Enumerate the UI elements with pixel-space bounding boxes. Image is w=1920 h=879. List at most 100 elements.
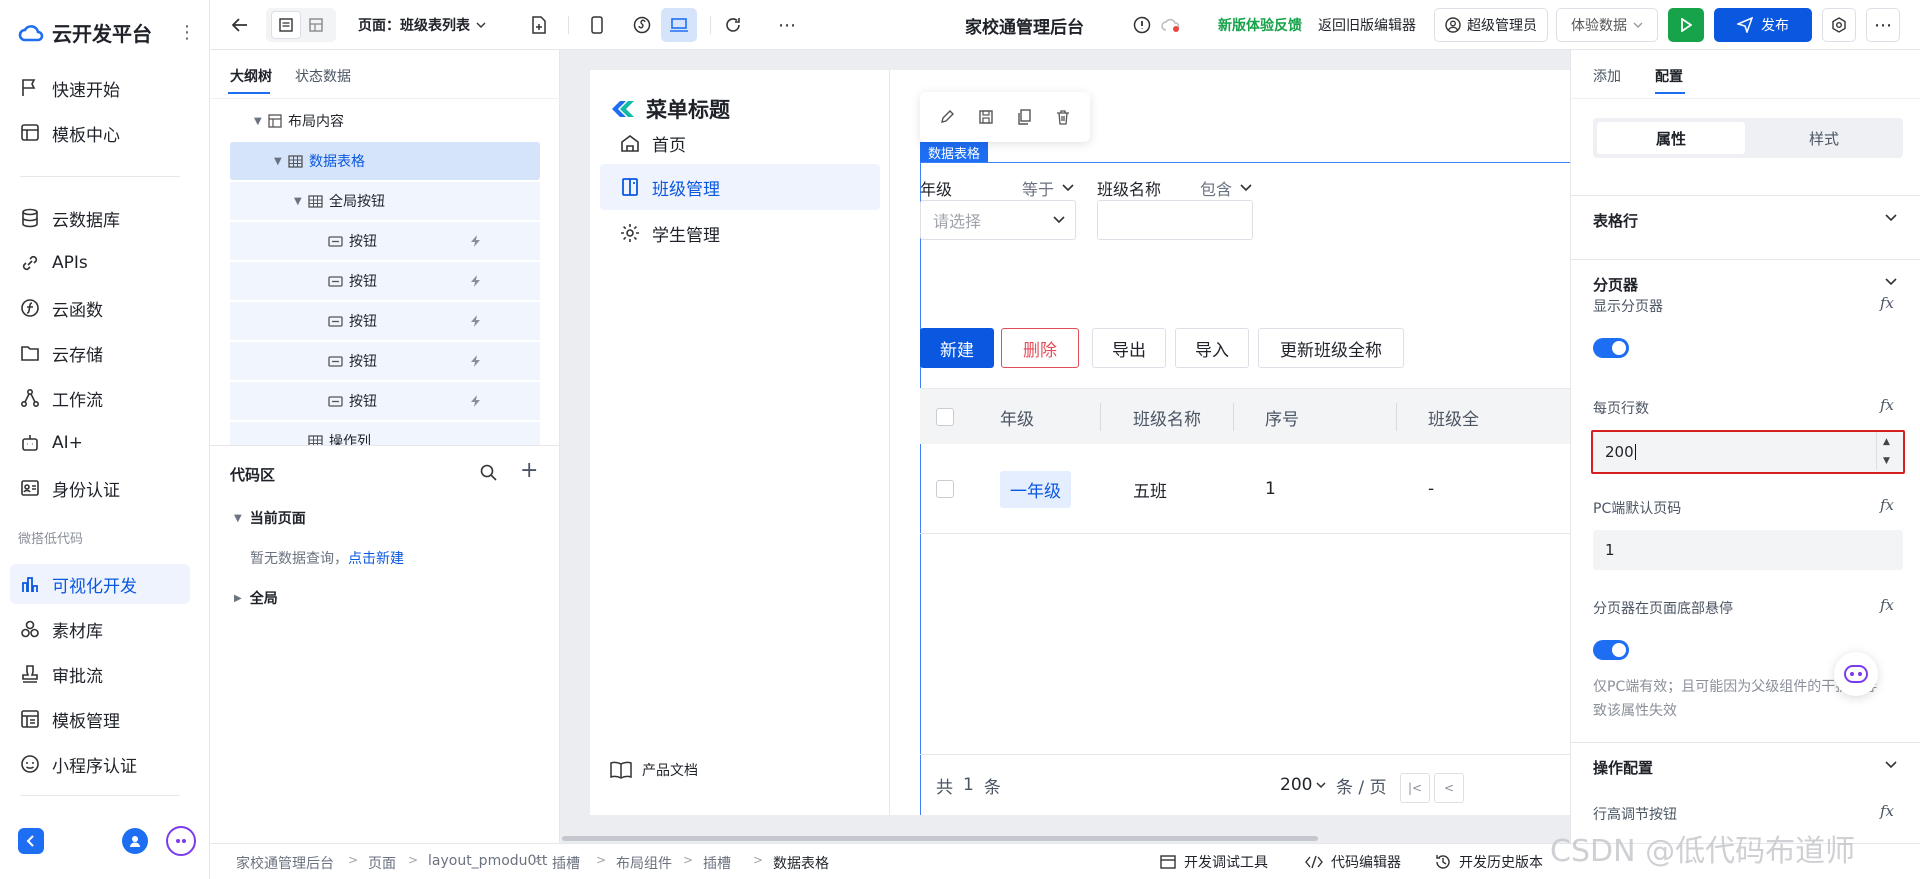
scrollbar-thumb[interactable] — [562, 836, 1318, 841]
breadcrumb-item[interactable]: 家校通管理后台 — [236, 853, 334, 873]
back-arrow-icon[interactable] — [225, 10, 255, 40]
breadcrumb-item[interactable]: 插槽 — [703, 853, 731, 873]
grade-operator-select[interactable]: 等于 — [1022, 176, 1074, 200]
run-preview-button[interactable] — [1668, 8, 1704, 42]
feedback-link[interactable]: 新版体验反馈 — [1218, 10, 1302, 40]
row-checkbox[interactable] — [936, 444, 954, 534]
search-icon[interactable] — [480, 464, 497, 481]
tab-outline[interactable]: 大纲树 — [230, 66, 272, 86]
breadcrumb-item[interactable]: 数据表格 — [773, 853, 829, 873]
canvas-horizontal-scrollbar[interactable] — [560, 834, 1570, 843]
breadcrumb-item[interactable]: 插槽 — [552, 853, 580, 873]
nav-lowcode-item-1[interactable]: 素材库 — [10, 609, 190, 649]
settings-button[interactable] — [1822, 8, 1856, 42]
caret-down-icon[interactable]: ▼ — [254, 116, 268, 127]
nav-lowcode-item-3[interactable]: 模板管理 — [10, 699, 190, 739]
nav-item-0[interactable]: 快速开始 — [10, 68, 190, 108]
formula-fx-icon[interactable]: fx — [1880, 596, 1894, 614]
global-node[interactable]: ▶ 全局 — [234, 588, 278, 608]
show-pager-toggle[interactable] — [1593, 338, 1629, 358]
nav-lowcode-item-0[interactable]: 可视化开发 — [10, 564, 190, 604]
miniprogram-device-icon[interactable] — [627, 10, 657, 40]
pc-device-icon[interactable] — [661, 8, 697, 42]
delete-icon[interactable] — [1055, 109, 1071, 125]
event-bolt-icon[interactable] — [470, 394, 482, 408]
preview-menu-item[interactable]: 首页 — [600, 120, 880, 166]
nav-item-6[interactable]: 工作流 — [10, 378, 190, 418]
ai-assistant-icon[interactable] — [166, 826, 196, 856]
nav-item-1[interactable]: 模板中心 — [10, 113, 190, 153]
update-fullname-button[interactable]: 更新班级全称 — [1258, 328, 1404, 368]
old-editor-link[interactable]: 返回旧版编辑器 — [1318, 10, 1416, 40]
history-tool[interactable]: 开发历史版本 — [1435, 852, 1543, 872]
cloud-sync-icon[interactable] — [1158, 10, 1184, 40]
tree-node[interactable]: 按钮 — [230, 262, 540, 300]
preview-menu-item[interactable]: 学生管理 — [600, 210, 880, 256]
page-selector[interactable]: 页面：班级表列表 — [358, 10, 486, 40]
prev-page-icon[interactable]: < — [1434, 773, 1464, 803]
breadcrumb-item[interactable]: 页面 — [368, 853, 396, 873]
add-page-icon[interactable] — [524, 10, 554, 40]
segment-style[interactable]: 样式 — [1749, 122, 1899, 154]
ai-assistant-float-icon[interactable] — [1834, 652, 1878, 696]
refresh-icon[interactable] — [718, 10, 748, 40]
user-role-button[interactable]: 超级管理员 — [1434, 8, 1548, 42]
pc-default-page-input[interactable]: 1 — [1593, 530, 1903, 570]
formula-fx-icon[interactable]: fx — [1880, 496, 1894, 514]
select-all-checkbox[interactable] — [936, 389, 954, 445]
tree-node[interactable]: 按钮 — [230, 342, 540, 380]
tree-node[interactable]: 按钮 — [230, 222, 540, 260]
column-header-full-name[interactable]: 班级全 — [1428, 389, 1479, 445]
column-header-grade[interactable]: 年级 — [1000, 389, 1034, 445]
class-filter-input[interactable] — [1097, 200, 1253, 240]
section-operation[interactable]: 操作配置 — [1571, 742, 1920, 792]
layout-view-icon[interactable] — [301, 11, 331, 39]
column-header-index[interactable]: 序号 — [1265, 389, 1299, 445]
tree-node[interactable]: 操作列 — [230, 422, 540, 445]
tree-node[interactable]: 按钮 — [230, 302, 540, 340]
tree-node[interactable]: ▼ 全局按钮 — [230, 182, 540, 220]
column-header-class-name[interactable]: 班级名称 — [1133, 389, 1201, 445]
tab-state-data[interactable]: 状态数据 — [295, 66, 351, 86]
create-query-link[interactable]: 点击新建 — [348, 548, 404, 568]
product-doc-link[interactable]: 产品文档 — [610, 760, 698, 780]
tree-node[interactable]: ▼ 数据表格 — [230, 142, 540, 180]
more-vertical-icon[interactable]: ⋮ — [178, 22, 196, 43]
breadcrumb-item[interactable]: layout_pmodu0tt — [428, 853, 547, 869]
nav-item-8[interactable]: 身份认证 — [10, 468, 190, 508]
grade-filter-select[interactable]: 请选择 — [920, 200, 1076, 240]
formula-fx-icon[interactable]: fx — [1880, 396, 1894, 414]
segment-props[interactable]: 属性 — [1597, 122, 1745, 154]
edit-icon[interactable] — [939, 109, 955, 125]
export-button[interactable]: 导出 — [1092, 328, 1166, 368]
section-table-row[interactable]: 表格行 — [1571, 195, 1920, 245]
nav-lowcode-item-2[interactable]: 审批流 — [10, 654, 190, 694]
formula-fx-icon[interactable]: fx — [1880, 294, 1894, 312]
nav-item-4[interactable]: 云函数 — [10, 288, 190, 328]
collapse-nav-button[interactable] — [18, 828, 44, 854]
preview-menu-item[interactable]: 班级管理 — [600, 164, 880, 210]
copy-icon[interactable] — [1016, 109, 1032, 125]
class-operator-select[interactable]: 包含 — [1200, 176, 1252, 200]
tab-add[interactable]: 添加 — [1593, 66, 1621, 86]
new-button[interactable]: 新建 — [920, 328, 994, 368]
caret-down-icon[interactable]: ▼ — [294, 196, 308, 207]
page-view-icon[interactable] — [271, 11, 301, 39]
event-bolt-icon[interactable] — [470, 354, 482, 368]
nav-item-5[interactable]: 云存储 — [10, 333, 190, 373]
first-page-icon[interactable]: |< — [1400, 773, 1430, 803]
event-bolt-icon[interactable] — [470, 274, 482, 288]
more-horizontal-icon[interactable]: ⋯ — [772, 10, 802, 40]
tree-node[interactable]: 按钮 — [230, 382, 540, 420]
more-menu-button[interactable]: ⋯ — [1866, 8, 1900, 42]
current-page-node[interactable]: ▼ 当前页面 — [234, 508, 306, 528]
user-avatar-icon[interactable] — [122, 828, 148, 854]
caret-down-icon[interactable]: ▼ — [274, 156, 288, 167]
data-env-select[interactable]: 体验数据 — [1556, 8, 1658, 42]
event-bolt-icon[interactable] — [470, 314, 482, 328]
info-icon[interactable] — [1130, 10, 1154, 40]
add-icon[interactable]: + — [520, 458, 538, 483]
dev-debug-tool[interactable]: 开发调试工具 — [1160, 852, 1268, 872]
nav-item-2[interactable]: 云数据库 — [10, 198, 190, 238]
mobile-device-icon[interactable] — [582, 10, 612, 40]
